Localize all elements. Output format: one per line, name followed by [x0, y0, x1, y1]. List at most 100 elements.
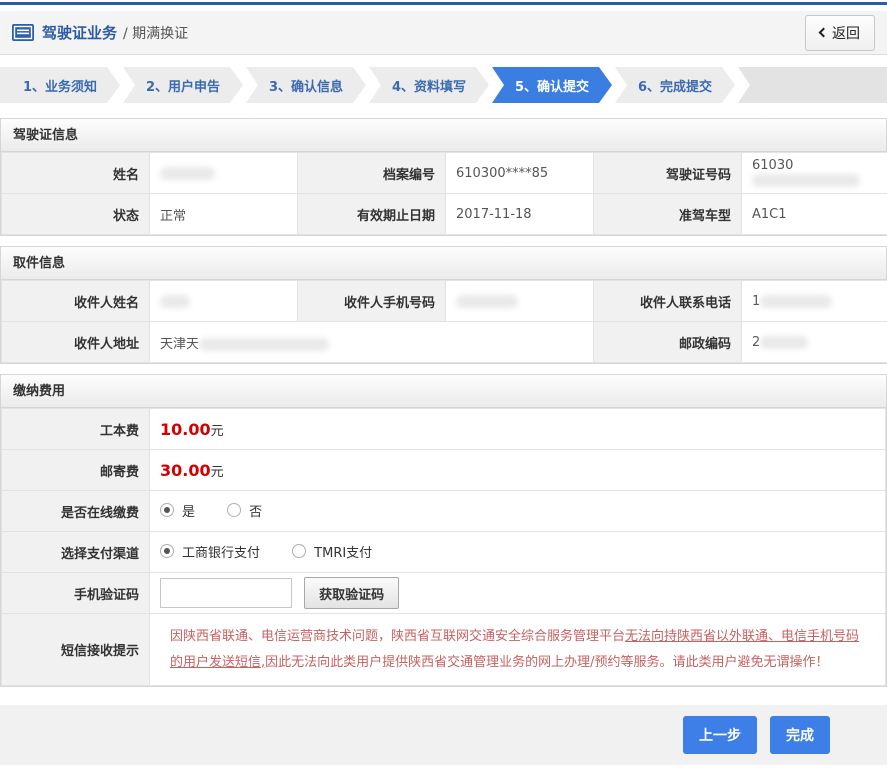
table-row: 选择支付渠道 工商银行支付 TMRI支付: [2, 532, 886, 573]
steps-bar: 1、业务须知 2、用户申告 3、确认信息 4、资料填写 5、确认提交 6、完成提…: [0, 67, 887, 103]
payment-panel: 缴纳费用 工本费 10.00元 邮寄费 30.00元 是否在线缴费 是 否: [0, 374, 887, 687]
app-header: 驾驶证业务 / 期满换证 返回: [0, 11, 887, 55]
recipient-label: 收件人姓名: [2, 281, 150, 322]
field-label: 收件人联系电话: [640, 296, 731, 311]
mobile-label: 收件人手机号码: [298, 281, 446, 322]
expiry-value: 2017-11-18: [446, 194, 594, 235]
step-label: 6、完成提交: [638, 76, 712, 95]
redacted-value: [199, 338, 329, 351]
radio-unselected-icon: [227, 503, 241, 517]
field-label: 档案编号: [383, 168, 435, 183]
field-label: 姓名: [113, 168, 139, 183]
vehicle-label: 准驾车型: [594, 194, 742, 235]
vehicle-value: A1C1: [742, 194, 887, 235]
license-info-table: 姓名 档案编号 610300****85 驾驶证号码 61030 状态 正常 有…: [1, 152, 887, 235]
file-no-value: 610300****85: [446, 153, 594, 194]
pickup-info-panel: 取件信息 收件人姓名 收件人手机号码 收件人联系电话 1 收件人地址 天津天 邮…: [0, 246, 887, 364]
table-row: 手机验证码 获取验证码: [2, 573, 886, 614]
radio-channel-tmri[interactable]: TMRI支付: [292, 542, 372, 561]
radio-label: 是: [182, 501, 195, 520]
file-no-label: 档案编号: [298, 153, 446, 194]
status-value: 正常: [150, 194, 298, 235]
field-label: 准驾车型: [679, 209, 731, 224]
field-value: A1C1: [752, 207, 787, 222]
field-label: 驾驶证号码: [666, 168, 731, 183]
contact-value: 1: [742, 281, 887, 322]
address-value: 天津天: [150, 322, 594, 363]
step-2: 2、用户申告: [123, 67, 243, 103]
field-value: 61030: [752, 158, 793, 173]
radio-label: 工商银行支付: [182, 542, 260, 561]
step-label: 1、业务须知: [23, 76, 97, 95]
get-code-button[interactable]: 获取验证码: [304, 577, 399, 609]
contact-label: 收件人联系电话: [594, 281, 742, 322]
field-value: 天津天: [160, 337, 199, 352]
radio-online-yes[interactable]: 是: [160, 501, 195, 520]
radio-label: 否: [249, 501, 262, 520]
step-label: 2、用户申告: [146, 76, 220, 95]
main-content: 驾驶证信息 姓名 档案编号 610300****85 驾驶证号码 61030 状…: [0, 118, 887, 687]
postage-value: 30.00元: [150, 450, 886, 491]
recipient-value: [150, 281, 298, 322]
chevron-left-icon: [819, 28, 829, 38]
top-accent-bar: [0, 2, 887, 5]
field-label: 邮政编码: [679, 337, 731, 352]
back-button[interactable]: 返回: [805, 15, 875, 51]
channel-options: 工商银行支付 TMRI支付: [150, 532, 886, 573]
mobile-value: [446, 281, 594, 322]
field-label: 有效期止日期: [357, 209, 435, 224]
sms-notice-cell: 因陕西省联通、电信运营商技术问题，陕西省互联网交通安全综合服务管理平台无法向持陕…: [150, 614, 886, 686]
action-footer: 上一步 完成: [0, 705, 887, 765]
postage-label: 邮寄费: [2, 450, 150, 491]
notice-segment: 因此无法向此类用户提供陕西省交通管理业务的网上办理/预约等服务。请此类用户避免无…: [265, 655, 828, 670]
fee-unit: 元: [211, 465, 224, 480]
sms-code-input[interactable]: [160, 578, 292, 608]
field-label: 短信接收提示: [61, 644, 139, 659]
redacted-value: [160, 167, 215, 180]
table-row: 收件人地址 天津天 邮政编码 2: [2, 322, 887, 363]
license-no-value: 61030: [742, 153, 887, 194]
pickup-info-title: 取件信息: [1, 247, 886, 280]
step-label: 3、确认信息: [269, 76, 343, 95]
step-4: 4、资料填写: [369, 67, 489, 103]
name-value: [150, 153, 298, 194]
postal-value: 2: [742, 322, 887, 363]
step-3: 3、确认信息: [246, 67, 366, 103]
online-pay-options: 是 否: [150, 491, 886, 532]
table-row: 短信接收提示 因陕西省联通、电信运营商技术问题，陕西省互联网交通安全综合服务管理…: [2, 614, 886, 686]
radio-channel-icbc[interactable]: 工商银行支付: [160, 542, 260, 561]
radio-unselected-icon: [292, 544, 306, 558]
table-row: 状态 正常 有效期止日期 2017-11-18 准驾车型 A1C1: [2, 194, 887, 235]
radio-online-no[interactable]: 否: [227, 501, 262, 520]
address-label: 收件人地址: [2, 322, 150, 363]
license-info-panel: 驾驶证信息 姓名 档案编号 610300****85 驾驶证号码 61030 状…: [0, 118, 887, 236]
radio-selected-icon: [160, 503, 174, 517]
redacted-value: [160, 295, 190, 308]
step-6: 6、完成提交: [615, 67, 735, 103]
expiry-label: 有效期止日期: [298, 194, 446, 235]
finish-button[interactable]: 完成: [770, 716, 830, 754]
redacted-value: [456, 295, 518, 308]
redacted-value: [760, 295, 832, 308]
sms-notice-text: 因陕西省联通、电信运营商技术问题，陕西省互联网交通安全综合服务管理平台无法向持陕…: [160, 615, 885, 685]
fee-unit: 元: [211, 424, 224, 439]
field-value: 正常: [160, 209, 186, 224]
previous-step-button[interactable]: 上一步: [683, 716, 757, 754]
field-label: 邮寄费: [100, 465, 139, 480]
payment-title: 缴纳费用: [1, 375, 886, 408]
license-info-title: 驾驶证信息: [1, 119, 886, 152]
online-pay-label: 是否在线缴费: [2, 491, 150, 532]
name-label: 姓名: [2, 153, 150, 194]
pickup-info-table: 收件人姓名 收件人手机号码 收件人联系电话 1 收件人地址 天津天 邮政编码 2: [1, 280, 887, 363]
field-value: 2: [752, 335, 760, 350]
table-row: 姓名 档案编号 610300****85 驾驶证号码 61030: [2, 153, 887, 194]
notice-segment: 因陕西省联通、电信运营商技术问题，陕西省互联网交通安全综合服务管理平台: [170, 629, 625, 644]
redacted-value: [752, 174, 860, 187]
field-value: 2017-11-18: [456, 207, 532, 222]
step-label: 5、确认提交: [515, 76, 589, 95]
form-list-icon: [12, 24, 34, 41]
page-title: 驾驶证业务: [42, 22, 117, 43]
field-label: 选择支付渠道: [61, 547, 139, 562]
step-1: 1、业务须知: [0, 67, 120, 103]
sms-code-label: 手机验证码: [2, 573, 150, 614]
